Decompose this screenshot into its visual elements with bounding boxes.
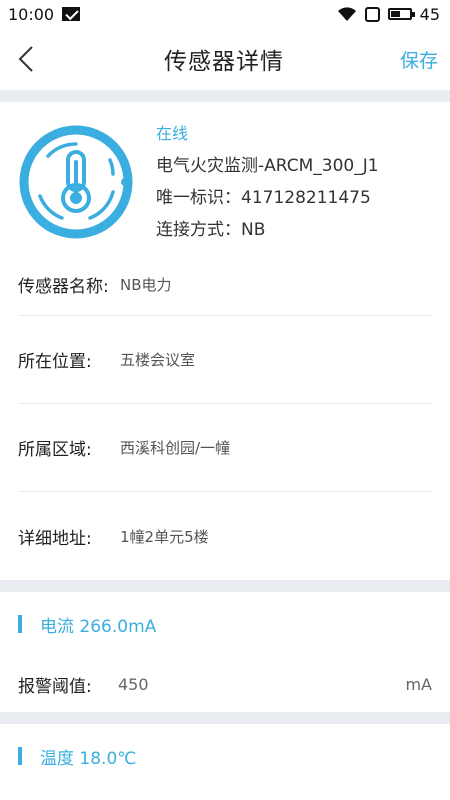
threshold-label: 报警阈值: (18, 676, 92, 697)
field-label: 所属区域: (18, 440, 92, 460)
field-region[interactable]: 所属区域: 西溪科创园/一幢 (18, 404, 432, 492)
current-reading: 电流 266.0mA (40, 616, 157, 637)
mail-notification-icon (62, 7, 81, 21)
status-right: 45 (337, 5, 440, 24)
field-value[interactable]: NB电力 (120, 274, 172, 295)
status-bar: 10:00 45 (0, 0, 450, 28)
connection-label: 连接方式： (156, 220, 241, 240)
field-label: 详细地址: (18, 528, 92, 549)
field-value[interactable]: 西溪科创园/一幢 (120, 437, 230, 458)
accent-bar (18, 747, 22, 765)
back-button[interactable] (18, 39, 48, 79)
field-sensor-name[interactable]: 传感器名称: NB电力 (18, 254, 432, 316)
status-left: 10:00 (8, 4, 81, 24)
nav-bar: 传感器详情 保存 (0, 28, 450, 90)
field-label: 传感器名称: (18, 277, 109, 297)
threshold-unit: mA (405, 674, 432, 694)
save-button[interactable]: 保存 (400, 46, 438, 73)
sensor-connection: 连接方式：NB (156, 214, 379, 246)
page-title: 传感器详情 (163, 49, 284, 75)
chevron-left-icon (18, 46, 33, 72)
sensor-model: 电气火灾监测-ARCM_300_J1 (156, 156, 379, 176)
sensor-avatar (18, 116, 138, 244)
field-location[interactable]: 所在位置: 五楼会议室 (18, 316, 432, 404)
field-address[interactable]: 详细地址: 1幢2单元5楼 (18, 492, 432, 580)
temperature-section-header: 温度 18.0℃ (0, 724, 450, 788)
battery-icon (387, 8, 415, 20)
screen-icon (364, 6, 380, 22)
field-value[interactable]: 五楼会议室 (120, 349, 195, 370)
connection-value: NB (241, 220, 266, 240)
sensor-info: 在线 电气火灾监测-ARCM_300_J1 唯一标识：417128211475 … (156, 116, 379, 248)
temperature-reading: 温度 18.0℃ (40, 748, 137, 769)
section-divider (0, 712, 450, 724)
sensor-uid: 唯一标识：417128211475 (156, 182, 379, 214)
field-value[interactable]: 1幢2单元5楼 (120, 526, 209, 547)
current-threshold-row[interactable]: 报警阈值: 450 mA (0, 656, 450, 712)
status-time: 10:00 (8, 4, 55, 24)
uid-label: 唯一标识： (156, 188, 241, 208)
field-label: 所在位置: (18, 352, 92, 372)
thermometer-icon (19, 125, 133, 239)
section-divider (0, 90, 450, 102)
battery-level: 45 (419, 4, 440, 24)
wifi-icon (337, 7, 356, 21)
section-divider (0, 580, 450, 592)
uid-value: 417128211475 (241, 188, 371, 208)
accent-bar (18, 615, 22, 633)
current-section-header: 电流 266.0mA (0, 592, 450, 656)
threshold-input[interactable]: 450 (118, 675, 405, 694)
status-badge: 在线 (156, 124, 189, 143)
sensor-summary: 在线 电气火灾监测-ARCM_300_J1 唯一标识：417128211475 … (0, 102, 450, 254)
